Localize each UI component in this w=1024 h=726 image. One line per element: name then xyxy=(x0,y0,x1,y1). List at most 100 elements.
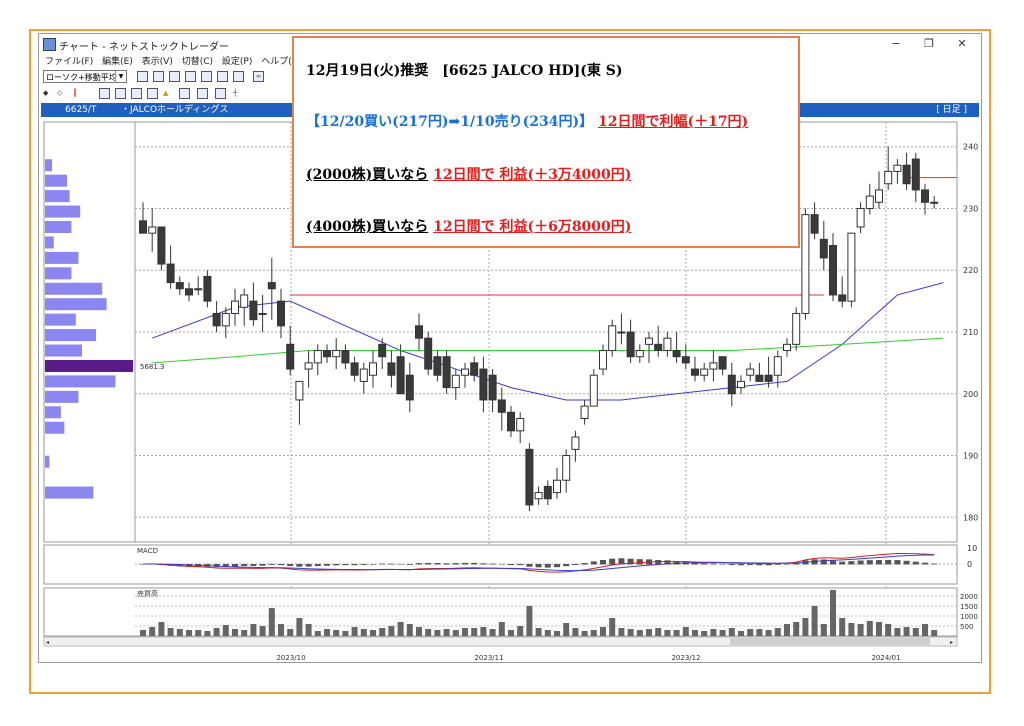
volume-bar xyxy=(719,630,726,636)
volume-bar xyxy=(710,629,717,636)
volume-bar xyxy=(204,631,211,636)
volume-bar xyxy=(673,630,680,636)
volume-bar xyxy=(232,629,238,636)
candle-body xyxy=(304,362,313,370)
volume-profile-bar xyxy=(45,421,65,434)
volume-profile-bar xyxy=(45,406,61,419)
macd-histogram-bar xyxy=(719,563,726,565)
volume-tick-label: 1000 xyxy=(960,613,978,621)
volume-profile-bar xyxy=(45,329,97,342)
volume-bar xyxy=(360,629,367,636)
volume-bar xyxy=(351,627,358,636)
volume-bar xyxy=(563,623,570,636)
volume-bar xyxy=(885,624,892,636)
macd-histogram-bar xyxy=(232,564,238,567)
volume-profile-bar xyxy=(45,221,72,233)
x-tick-label: 2023/12 xyxy=(671,654,700,662)
volume-profile-bar xyxy=(45,313,76,326)
candle-body xyxy=(875,189,883,203)
macd-histogram-bar xyxy=(876,560,882,565)
macd-histogram-bar xyxy=(544,564,551,568)
volume-bar xyxy=(912,628,919,636)
macd-histogram-bar xyxy=(839,561,846,565)
candle-body xyxy=(479,368,488,401)
y-tick-label: 190 xyxy=(963,452,978,461)
candle-body xyxy=(497,399,506,413)
volume-bar xyxy=(756,629,763,636)
volume-bar xyxy=(894,628,901,636)
volume-bar xyxy=(213,628,220,636)
y-tick-label: 210 xyxy=(963,328,978,337)
volume-profile-bar xyxy=(45,282,103,295)
candle-body xyxy=(902,164,911,185)
macd-histogram-bar xyxy=(765,564,772,566)
candle-body xyxy=(267,282,276,290)
candle-body xyxy=(175,282,184,290)
candle-body xyxy=(810,214,819,234)
macd-histogram-bar xyxy=(425,562,432,565)
volume-bar xyxy=(498,622,505,636)
candle-body xyxy=(470,362,479,376)
macd-histogram-bar xyxy=(563,564,570,567)
volume-profile-bar xyxy=(45,298,107,311)
volume-bar xyxy=(489,629,496,636)
candle-body xyxy=(516,417,525,432)
y-tick-label: 240 xyxy=(963,143,978,152)
macd-histogram-bar xyxy=(471,562,478,565)
candle-body xyxy=(681,356,690,364)
candle-body xyxy=(396,356,405,395)
macd-histogram-bar xyxy=(756,564,763,566)
popup-2000-profit: 12日間で 利益(＋3万4000円) xyxy=(433,167,632,183)
candle-body xyxy=(829,245,837,296)
volume-profile-bar xyxy=(45,344,82,357)
macd-histogram-bar xyxy=(747,564,754,566)
volume-profile-bar xyxy=(45,236,54,249)
macd-histogram-bar xyxy=(866,560,873,565)
volume-bar xyxy=(250,624,257,636)
candle-body xyxy=(773,356,782,376)
candle-body xyxy=(488,374,497,401)
candle-body xyxy=(451,374,460,389)
volume-bar xyxy=(434,630,441,636)
candle-body xyxy=(727,374,736,395)
recommendation-popup: 12月19日(火)推奨 [6625 JALCO HD](東 S) 【12/20買… xyxy=(292,36,800,248)
candle-body xyxy=(543,485,552,500)
macd-histogram-bar xyxy=(259,564,266,566)
volume-bar xyxy=(416,627,422,636)
volume-bar xyxy=(526,606,533,636)
volume-bar xyxy=(774,628,781,636)
macd-histogram-bar xyxy=(360,564,367,565)
candle-body xyxy=(672,350,681,358)
candle-body xyxy=(783,343,791,352)
volume-bar xyxy=(554,631,560,636)
volume-bar xyxy=(839,618,846,636)
volume-bar xyxy=(922,624,928,636)
macd-histogram-bar xyxy=(701,563,708,565)
macd-label: MACD xyxy=(137,547,158,555)
candle-body xyxy=(654,343,663,352)
popup-trade-dates: 【12/20買い(217円)➡1/10売り(234円)】 xyxy=(306,114,594,130)
candle-body xyxy=(185,288,193,296)
candle-body xyxy=(865,195,874,209)
volume-bar xyxy=(158,622,165,636)
candle-body xyxy=(792,312,801,345)
candle-body xyxy=(884,170,893,185)
volume-bar xyxy=(811,606,818,636)
candle-body xyxy=(599,350,607,370)
volume-bar xyxy=(452,630,459,636)
volume-bar xyxy=(333,630,340,636)
macd-histogram-bar xyxy=(728,564,735,566)
x-tick-label: 2023/10 xyxy=(276,654,305,662)
volume-bar xyxy=(618,628,625,636)
candle-body xyxy=(921,189,929,203)
volume-bar xyxy=(167,628,174,636)
candle-body xyxy=(277,300,285,327)
macd-histogram-bar xyxy=(738,564,744,566)
volume-bar xyxy=(590,630,597,636)
scroll-left-icon: ◂ xyxy=(46,639,49,646)
candle-body xyxy=(847,232,856,302)
candle-body xyxy=(359,368,368,382)
candle-body xyxy=(166,263,175,284)
volume-bar xyxy=(765,630,772,636)
x-tick-label: 2024/01 xyxy=(871,654,900,662)
